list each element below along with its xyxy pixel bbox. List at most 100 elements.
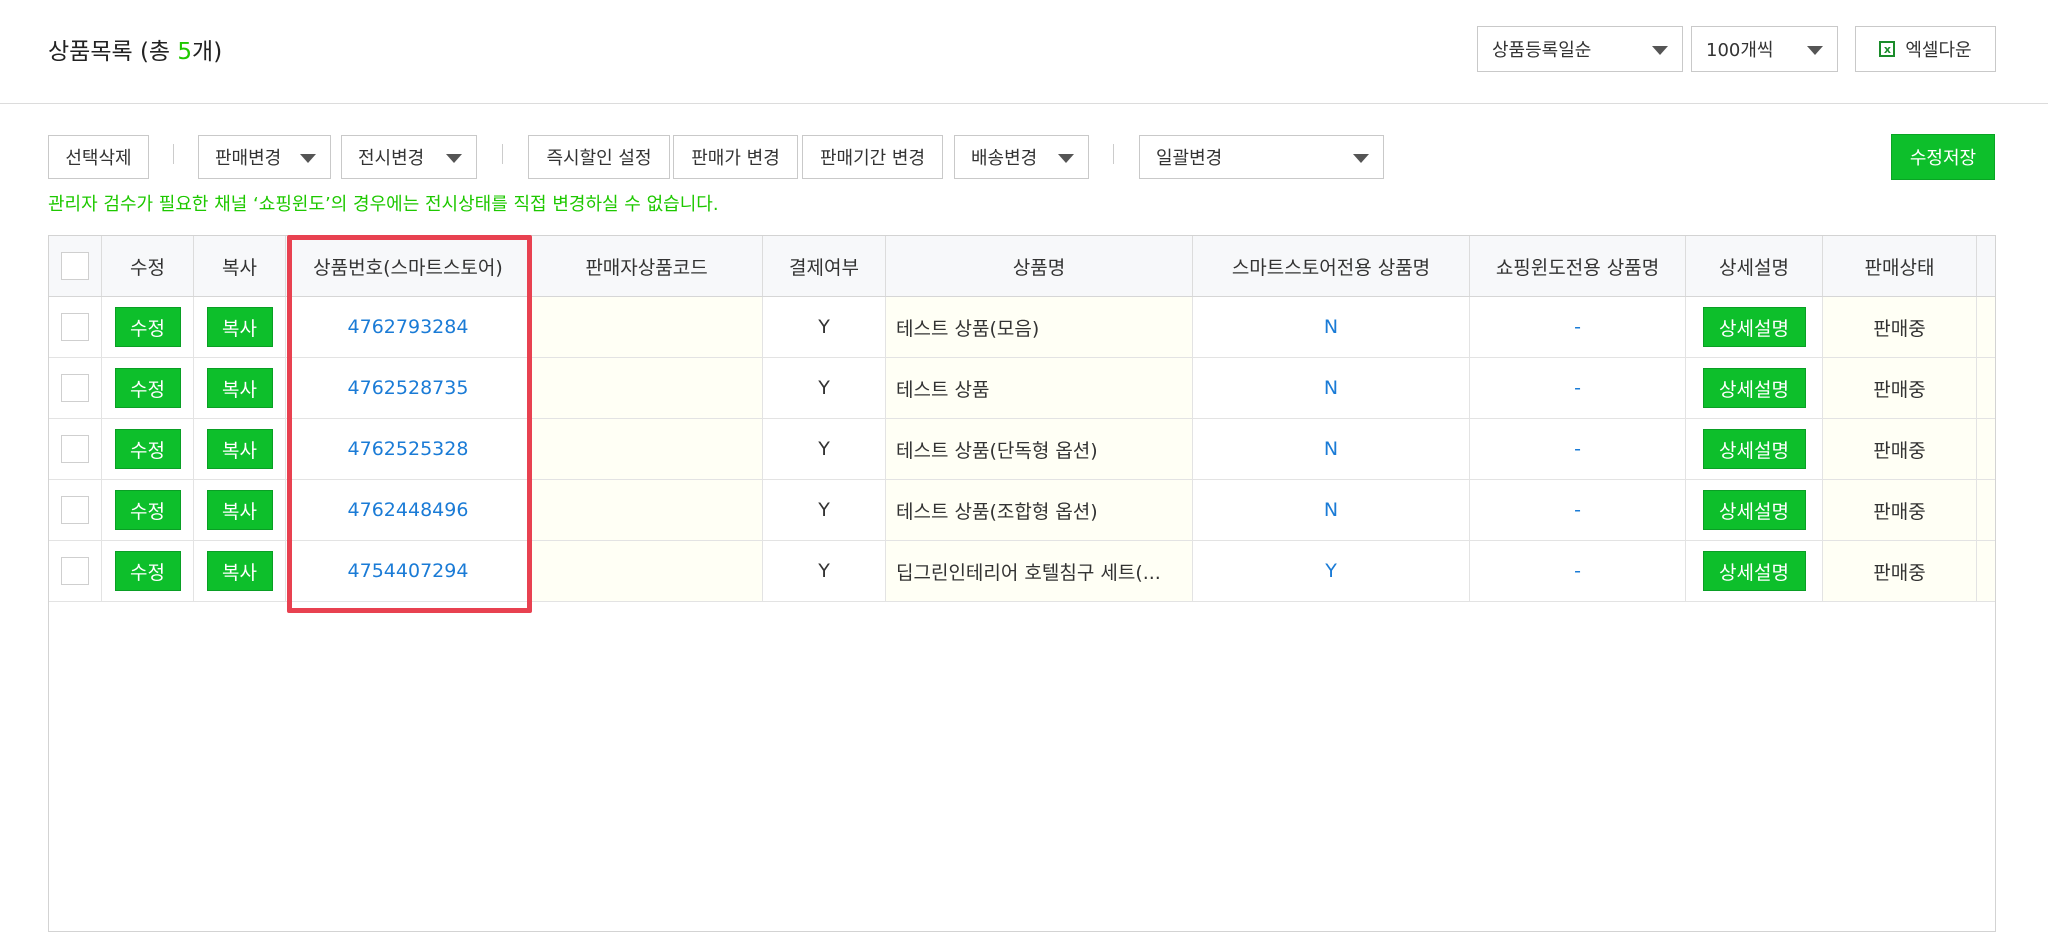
detail-button[interactable]: 상세설명 [1702,490,1806,530]
edit-button[interactable]: 수정 [114,307,181,347]
copy-button[interactable]: 복사 [206,551,273,591]
header-sale-status: 판매상태 [1823,236,1977,296]
bulk-change-select[interactable]: 일괄변경 [1139,135,1384,179]
detail-button[interactable]: 상세설명 [1702,551,1806,591]
page-size-select[interactable]: 100개씩 [1691,26,1838,72]
detail-button[interactable]: 상세설명 [1702,368,1806,408]
edit-button[interactable]: 수정 [114,368,181,408]
payment-cell: Y [763,297,886,357]
copy-button[interactable]: 복사 [206,490,273,530]
copy-button[interactable]: 복사 [206,368,273,408]
header-seller-code: 판매자상품코드 [531,236,763,296]
sale-change-label: 판매변경 [215,148,282,169]
row-select-cell [49,358,102,418]
table-row: 수정 복사 4762525328 Y 테스트 상품(단독형 옵션) N - 상세… [49,419,1995,480]
notice-text: 관리자 검수가 필요한 채널 ‘쇼핑윈도’의 경우에는 전시상태를 직접 변경하… [48,194,719,215]
select-all-checkbox[interactable] [61,252,89,280]
overflow-cell [1977,297,1995,357]
save-changes-button[interactable]: 수정저장 [1891,134,1995,180]
edit-button[interactable]: 수정 [114,551,181,591]
chevron-down-icon [1353,154,1369,163]
edit-button[interactable]: 수정 [114,490,181,530]
copy-cell: 복사 [194,541,286,601]
edit-button[interactable]: 수정 [114,429,181,469]
shoppingwindow-name-link[interactable]: - [1470,541,1686,601]
header-payment: 결제여부 [763,236,886,296]
divider [502,144,503,164]
row-checkbox[interactable] [61,374,89,402]
detail-cell: 상세설명 [1686,297,1823,357]
sale-status-cell: 판매중 [1823,297,1977,357]
row-checkbox[interactable] [61,557,89,585]
row-checkbox[interactable] [61,313,89,341]
copy-cell: 복사 [194,480,286,540]
edit-cell: 수정 [102,297,194,357]
overflow-cell [1977,541,1995,601]
chevron-down-icon [446,154,462,163]
delivery-change-dropdown[interactable]: 배송변경 [954,135,1089,179]
copy-cell: 복사 [194,419,286,479]
header-copy: 복사 [194,236,286,296]
delete-selected-button[interactable]: 선택삭제 [48,135,149,179]
product-name-cell: 테스트 상품(모음) [886,297,1193,357]
smartstore-name-link[interactable]: N [1193,480,1470,540]
row-select-cell [49,297,102,357]
detail-button[interactable]: 상세설명 [1702,307,1806,347]
sale-change-dropdown[interactable]: 판매변경 [198,135,331,179]
sort-order-select[interactable]: 상품등록일순 [1477,26,1683,72]
page-header: 상품목록 (총 5개) 상품등록일순 100개씩 x 엑셀다운 [0,0,2048,104]
product-number-link[interactable]: 4762793284 [286,297,531,357]
payment-cell: Y [763,541,886,601]
row-checkbox[interactable] [61,435,89,463]
copy-button[interactable]: 복사 [206,307,273,347]
detail-button[interactable]: 상세설명 [1702,429,1806,469]
sale-status-cell: 판매중 [1823,480,1977,540]
sale-status-cell: 판매중 [1823,541,1977,601]
instant-discount-button[interactable]: 즉시할인 설정 [528,135,670,179]
smartstore-name-link[interactable]: N [1193,297,1470,357]
chevron-down-icon [1652,46,1668,55]
header-select-cell [49,236,102,296]
smartstore-name-link[interactable]: N [1193,358,1470,418]
copy-cell: 복사 [194,297,286,357]
shoppingwindow-name-link[interactable]: - [1470,297,1686,357]
detail-cell: 상세설명 [1686,358,1823,418]
seller-code-cell [531,480,763,540]
header-smartstore-name: 스마트스토어전용 상품명 [1193,236,1470,296]
price-change-button[interactable]: 판매가 변경 [673,135,798,179]
product-name-cell: 테스트 상품(조합형 옵션) [886,480,1193,540]
overflow-cell [1977,419,1995,479]
delete-selected-label: 선택삭제 [65,148,132,169]
product-name-cell: 딥그린인테리어 호텔침구 세트(... [886,541,1193,601]
delivery-change-label: 배송변경 [971,148,1038,169]
product-number-link[interactable]: 4762528735 [286,358,531,418]
shoppingwindow-name-link[interactable]: - [1470,419,1686,479]
chevron-down-icon [300,154,316,163]
copy-button[interactable]: 복사 [206,429,273,469]
product-table: 수정 복사 상품번호(스마트스토어) 판매자상품코드 결제여부 상품명 스마트스… [48,235,1996,932]
product-number-link[interactable]: 4754407294 [286,541,531,601]
row-checkbox[interactable] [61,496,89,524]
table-row: 수정 복사 4762448496 Y 테스트 상품(조합형 옵션) N - 상세… [49,480,1995,541]
page-size-value: 100개씩 [1706,40,1774,61]
smartstore-name-link[interactable]: Y [1193,541,1470,601]
edit-cell: 수정 [102,541,194,601]
product-number-link[interactable]: 4762525328 [286,419,531,479]
period-change-button[interactable]: 판매기간 변경 [802,135,943,179]
shoppingwindow-name-link[interactable]: - [1470,480,1686,540]
payment-cell: Y [763,358,886,418]
product-count: 5 [177,39,193,65]
display-change-dropdown[interactable]: 전시변경 [341,135,477,179]
payment-cell: Y [763,419,886,479]
header-detail: 상세설명 [1686,236,1823,296]
product-number-link[interactable]: 4762448496 [286,480,531,540]
bulk-change-label: 일괄변경 [1156,148,1223,169]
excel-download-button[interactable]: x 엑셀다운 [1855,26,1996,72]
divider [173,144,174,164]
row-select-cell [49,480,102,540]
excel-icon: x [1879,41,1896,57]
smartstore-name-link[interactable]: N [1193,419,1470,479]
shoppingwindow-name-link[interactable]: - [1470,358,1686,418]
sort-order-value: 상품등록일순 [1492,40,1592,61]
header-edit: 수정 [102,236,194,296]
